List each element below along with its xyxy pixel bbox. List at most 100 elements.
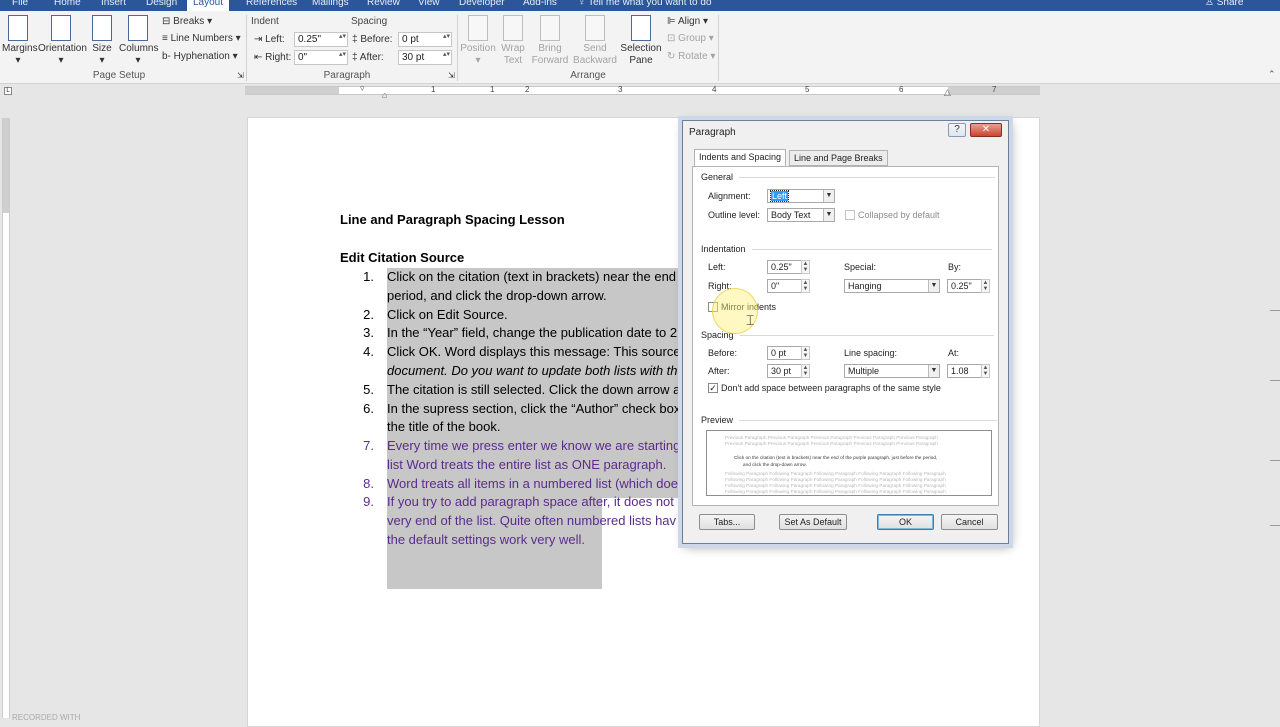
ruler-number: 2 <box>525 85 530 94</box>
dont-add-space-checkbox[interactable]: ✓ <box>708 383 718 393</box>
preview-previous-line: Previous Paragraph Previous Paragraph Pr… <box>725 435 938 440</box>
line-spacing-label: Line spacing: <box>844 348 898 358</box>
ruler-number: 4 <box>712 85 717 94</box>
person-icon: ♙ <box>1205 0 1217 8</box>
help-button[interactable]: ? <box>948 123 966 137</box>
line-spacing-select[interactable]: Multiple ▼ <box>844 364 940 378</box>
tab-selector-icon[interactable]: L <box>4 87 12 95</box>
alignment-select[interactable]: Left ▼ <box>767 189 835 203</box>
at-spinner-icon[interactable]: ▲ ▼ <box>981 364 990 378</box>
margins-icon <box>8 15 28 41</box>
columns-button[interactable]: Columns ▾ <box>119 15 158 67</box>
spacing-before-spinner-icon[interactable]: ▲ ▼ <box>801 346 810 360</box>
chevron-down-icon: ▼ <box>823 190 834 202</box>
indent-label: Indent <box>251 16 279 27</box>
list-item: the default settings work very well. <box>387 532 585 547</box>
spacing-after-spinner[interactable]: 30 pt <box>398 50 452 65</box>
close-button[interactable]: ✕ <box>970 123 1002 137</box>
outline-level-label: Outline level: <box>708 210 761 220</box>
tab-line-and-page-breaks[interactable]: Line and Page Breaks <box>789 150 888 166</box>
send-backward-button[interactable]: Send Backward <box>572 15 618 67</box>
horizontal-ruler[interactable]: 1 1 2 3 4 5 6 7 ▿ ⌂ △ <box>245 83 1040 100</box>
spacing-before-input[interactable]: 0 pt <box>767 346 803 360</box>
indent-left-spinner[interactable]: 0.25" <box>294 32 348 47</box>
indent-right-icon: ⇤ <box>254 52 263 63</box>
align-button[interactable]: ⊫ Align ▾ <box>667 16 708 27</box>
tab-file[interactable]: File <box>12 0 28 8</box>
right-edge-lines <box>1270 300 1280 560</box>
wrap-text-button[interactable]: Wrap Text <box>498 15 528 67</box>
at-label: At: <box>948 348 960 358</box>
position-button[interactable]: Position ▾ <box>460 15 496 67</box>
spacing-after-input[interactable]: 30 pt <box>767 364 803 378</box>
indent-right-spinner-icon[interactable]: ▲ ▼ <box>801 279 810 293</box>
tab-mailings[interactable]: Mailings <box>312 0 349 8</box>
page-setup-group-label: Page Setup <box>92 70 146 81</box>
indent-left-icon: ⇥ <box>254 34 263 45</box>
ok-button[interactable]: OK <box>877 514 934 530</box>
group-button[interactable]: ⊡ Group ▾ <box>667 33 714 44</box>
paragraph-launcher-icon[interactable]: ⇲ <box>448 71 455 80</box>
breaks-button[interactable]: ⊟ Breaks ▾ <box>162 16 212 27</box>
by-label: By: <box>948 262 962 272</box>
set-as-default-button[interactable]: Set As Default <box>779 514 847 530</box>
bring-forward-button[interactable]: Bring Forward <box>530 15 570 67</box>
spacing-after-spinner-icon[interactable]: ▲ ▼ <box>801 364 810 378</box>
outline-level-select[interactable]: Body Text ▼ <box>767 208 835 222</box>
tab-insert[interactable]: Insert <box>101 0 126 8</box>
special-select[interactable]: Hanging ▼ <box>844 279 940 293</box>
collapse-ribbon-icon[interactable]: ⌃ <box>1268 69 1276 80</box>
line-numbers-button[interactable]: ≡ Line Numbers ▾ <box>162 33 241 44</box>
hyphenation-button[interactable]: b- Hyphenation ▾ <box>162 51 238 62</box>
tabs-button[interactable]: Tabs... <box>699 514 755 530</box>
collapsed-by-default-checkbox[interactable] <box>845 210 855 220</box>
tab-add-ins[interactable]: Add-ins <box>523 0 557 8</box>
chevron-down-icon: ▾ <box>58 55 64 66</box>
spacing-before-label: Before: <box>708 348 738 358</box>
indent-left-input[interactable]: 0.25" <box>767 260 803 274</box>
by-input[interactable]: 0.25" <box>947 279 983 293</box>
tab-developer[interactable]: Developer <box>459 0 505 8</box>
tab-layout[interactable]: Layout <box>187 0 230 11</box>
size-button[interactable]: Size ▾ <box>90 15 114 67</box>
hanging-indent-marker-icon[interactable]: ⌂ <box>382 90 387 100</box>
paragraph-preview: Previous Paragraph Previous Paragraph Pr… <box>706 430 992 496</box>
dont-add-space-label: Don't add space between paragraphs of th… <box>721 383 941 393</box>
by-spinner-icon[interactable]: ▲ ▼ <box>981 279 990 293</box>
page-setup-launcher-icon[interactable]: ⇲ <box>237 71 244 80</box>
cancel-button[interactable]: Cancel <box>941 514 998 530</box>
tell-me-search[interactable]: ♀ Tell me what you want to do <box>578 0 712 8</box>
spacing-after-label: ‡ After: <box>352 52 384 63</box>
at-input[interactable]: 1.08 <box>947 364 983 378</box>
ruler-number: 3 <box>618 85 623 94</box>
recording-watermark: RECORDED WITH <box>12 713 81 722</box>
selection-pane-button[interactable]: Selection Pane <box>620 15 662 67</box>
tab-references[interactable]: References <box>246 0 297 8</box>
tab-view[interactable]: View <box>418 0 440 8</box>
ruler-number: 6 <box>899 85 904 94</box>
spacing-label: Spacing <box>351 16 388 27</box>
first-line-indent-marker-icon[interactable]: ▿ <box>360 83 365 94</box>
document-title: Line and Paragraph Spacing Lesson <box>340 212 565 227</box>
indent-right-spinner[interactable]: 0" <box>294 50 348 65</box>
rotate-button[interactable]: ↻ Rotate ▾ <box>667 51 715 62</box>
ribbon: Margins ▾ Orientation ▾ Size ▾ Columns ▾ ⊟ B… <box>0 11 1280 84</box>
margins-button[interactable]: Margins ▾ <box>2 15 38 67</box>
tab-indents-and-spacing[interactable]: Indents and Spacing <box>694 149 787 167</box>
spacing-after-label: After: <box>708 366 730 376</box>
orientation-button[interactable]: Orientation ▾ <box>38 15 87 67</box>
list-item: Every time we press enter we know we are… <box>387 438 681 453</box>
indent-right-input[interactable]: 0" <box>767 279 803 293</box>
ruler-number: 1 <box>431 85 436 94</box>
chevron-down-icon: ▾ <box>135 55 141 66</box>
indent-left-spinner-icon[interactable]: ▲ ▼ <box>801 260 810 274</box>
line-numbers-icon: ≡ <box>162 33 171 44</box>
dialog-title: Paragraph <box>689 127 736 138</box>
tab-review[interactable]: Review <box>367 0 400 8</box>
right-indent-marker-icon[interactable]: △ <box>944 87 951 98</box>
tab-design[interactable]: Design <box>146 0 177 8</box>
share-button[interactable]: ♙ Share <box>1205 0 1243 8</box>
tab-home[interactable]: Home <box>54 0 81 8</box>
bring-forward-icon <box>540 15 560 41</box>
spacing-before-spinner[interactable]: 0 pt <box>398 32 452 47</box>
